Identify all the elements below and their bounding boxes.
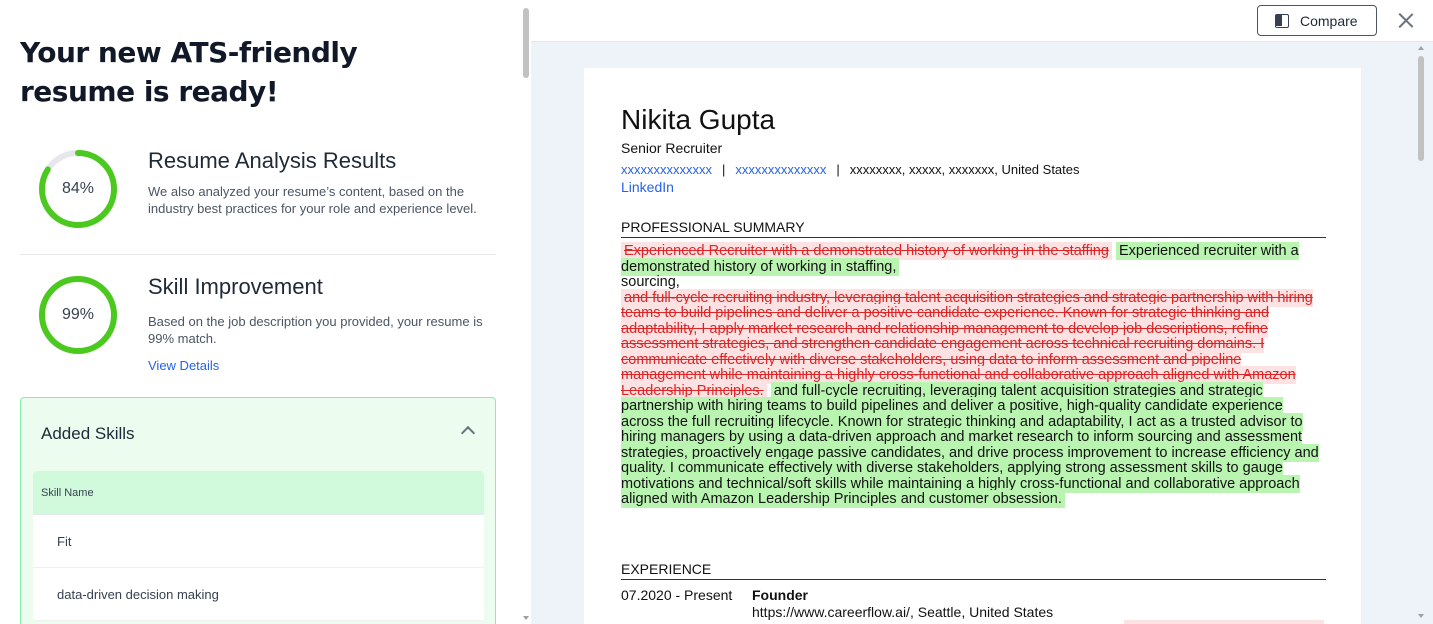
table-row: Fit (33, 515, 484, 568)
resume-title: Senior Recruiter (621, 140, 723, 156)
table-row: data-driven decision making (33, 568, 484, 621)
left-scrollbar[interactable] (521, 0, 531, 624)
compare-label: Compare (1300, 13, 1358, 29)
skill-score-value: 99% (61, 306, 95, 323)
contact-location: xxxxxxxx, xxxxx, xxxxxxx, United States (849, 162, 1080, 177)
page-headline: Your new ATS-friendly resume is ready! (20, 36, 358, 108)
left-panel: Your new ATS-friendly resume is ready! 8… (0, 0, 520, 624)
resume-preview-panel: Compare Nikita Gupta Senior Recruiter xx… (531, 0, 1433, 624)
contact-separator: | (836, 162, 840, 177)
analysis-score-value: 84% (61, 180, 95, 197)
resume-name: Nikita Gupta (621, 104, 776, 135)
skill-improvement-description: Based on the job description you provide… (148, 314, 483, 346)
skills-column-header: Skill Name (33, 471, 484, 515)
summary-text: sourcing, (621, 274, 680, 290)
summary-heading: PROFESSIONAL SUMMARY (621, 219, 1326, 238)
close-icon[interactable] (1397, 11, 1415, 29)
contact-phone-link[interactable]: xxxxxxxxxxxxxx (735, 162, 826, 177)
skill-improvement-section: 99% Skill Improvement Based on the job d… (20, 274, 496, 384)
app-root: Your new ATS-friendly resume is ready! 8… (0, 0, 1433, 624)
left-scrollbar-thumb[interactable] (523, 8, 529, 78)
compare-icon (1275, 14, 1289, 28)
experience-date: 07.2020 - Present (621, 587, 733, 603)
skill-improvement-title: Skill Improvement (148, 274, 323, 299)
linkedin-link[interactable]: LinkedIn (621, 179, 674, 195)
chevron-up-icon[interactable] (460, 425, 476, 441)
inserted-text: and full-cycle recruiting, leveraging ta… (621, 381, 1319, 508)
contact-separator: | (722, 162, 726, 177)
experience-heading: EXPERIENCE (621, 561, 1326, 580)
scroll-down-arrow-icon[interactable] (523, 616, 529, 620)
resume-contact-line: xxxxxxxxxxxxxx | xxxxxxxxxxxxxx | xxxxxxxx, … (621, 162, 1080, 177)
compare-button[interactable]: Compare (1257, 5, 1377, 36)
analysis-description: We also analyzed your resume’s content, … (148, 184, 477, 216)
skills-table: Skill Name Fit data-driven decision maki… (33, 471, 484, 621)
added-skills-title[interactable]: Added Skills (41, 424, 135, 444)
experience-role: Founder (752, 587, 808, 603)
analysis-title: Resume Analysis Results (148, 148, 397, 173)
preview-scrollbar-thumb[interactable] (1418, 56, 1424, 161)
scroll-up-arrow-icon[interactable] (1418, 46, 1424, 50)
preview-scrollbar[interactable] (1415, 44, 1427, 624)
section-divider (20, 254, 496, 255)
contact-email-link[interactable]: xxxxxxxxxxxxxx (621, 162, 712, 177)
view-details-link[interactable]: View Details (148, 358, 219, 373)
summary-diff: Experienced Recruiter with a demonstrate… (621, 242, 1326, 508)
resume-document: Nikita Gupta Senior Recruiter xxxxxxxxxx… (584, 68, 1361, 624)
deleted-text-highlight (1124, 620, 1324, 624)
added-skills-card: Added Skills Skill Name Fit data-driven … (20, 397, 496, 624)
preview-toolbar: Compare (531, 0, 1433, 42)
scroll-down-arrow-icon[interactable] (1418, 614, 1424, 618)
analysis-section: 84% Resume Analysis Results We also anal… (20, 148, 496, 248)
experience-location: https://www.careerflow.ai/, Seattle, Uni… (752, 604, 1054, 620)
